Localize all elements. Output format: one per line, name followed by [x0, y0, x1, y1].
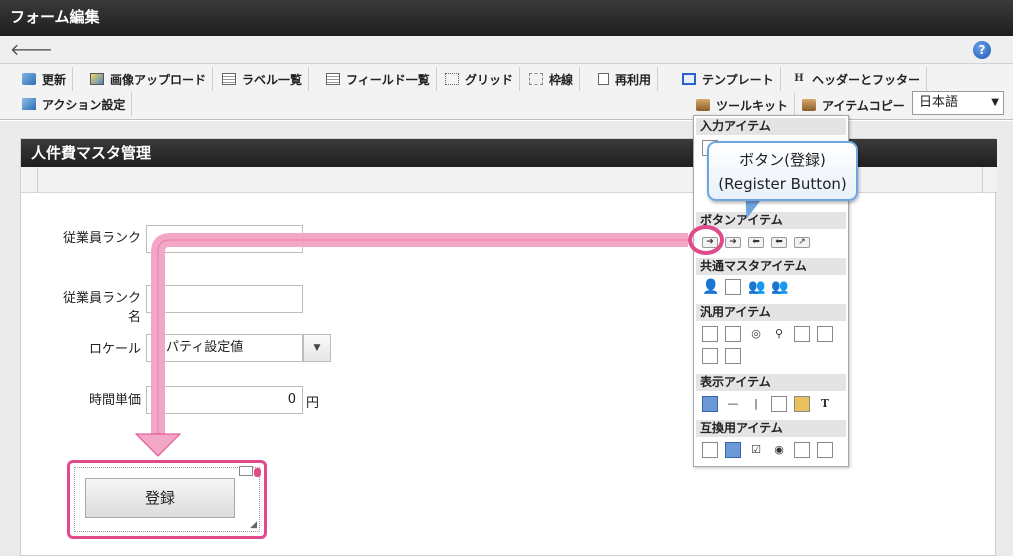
role-item-icon[interactable]: 👥	[748, 279, 765, 295]
file-download-item-icon[interactable]	[817, 326, 833, 342]
table-item-icon[interactable]	[725, 442, 741, 458]
horizontal-line-item-icon[interactable]: —	[725, 396, 741, 412]
label-item-icon[interactable]	[702, 396, 718, 412]
vertical-line-item-icon[interactable]: |	[748, 396, 764, 412]
search-item-icon[interactable]: ⚲	[771, 326, 787, 342]
register-button[interactable]: 登録	[85, 478, 235, 518]
list-item-icon[interactable]	[817, 442, 833, 458]
highlight-circle	[688, 225, 724, 255]
back-button-item-icon[interactable]: ⬅	[748, 237, 764, 248]
file-upload-item-icon[interactable]	[794, 326, 810, 342]
search-field-item-icon[interactable]	[702, 442, 718, 458]
palette-section-button: ボタンアイテム	[696, 212, 846, 229]
delete-marker-icon[interactable]	[254, 468, 261, 477]
text-item-icon[interactable]: T	[817, 396, 833, 412]
image-item-icon[interactable]	[725, 348, 741, 364]
palette-section-general: 汎用アイテム	[696, 304, 846, 321]
next-button-item-icon[interactable]: ➜	[725, 237, 741, 248]
organization-item-icon[interactable]	[725, 279, 741, 295]
callout-subtitle: (Register Button)	[718, 175, 847, 193]
attachment-item-icon[interactable]	[702, 348, 718, 364]
picture-item-icon[interactable]	[794, 396, 810, 412]
register-button-container: 登録 ◢	[67, 460, 267, 539]
palette-section-display: 表示アイテム	[696, 374, 846, 391]
user-item-icon[interactable]: 👤	[702, 279, 719, 295]
register-button-item[interactable]: 登録 ◢	[74, 466, 261, 532]
register-button-callout: ボタン(登録) (Register Button)	[707, 141, 858, 201]
document-item-icon[interactable]	[725, 326, 741, 342]
return-button-item-icon[interactable]: ⬅	[771, 237, 787, 248]
radio-item-icon[interactable]: ◉	[771, 442, 787, 458]
palette-section-input: 入力アイテム	[696, 118, 846, 135]
resize-grip-icon[interactable]: ◢	[250, 520, 257, 530]
callout-title: ボタン(登録)	[739, 151, 826, 169]
camera-item-icon[interactable]: ◎	[748, 326, 764, 342]
item-settings-icon[interactable]	[239, 466, 253, 476]
checkbox-item-icon[interactable]: ☑	[748, 442, 764, 458]
palette-section-common-master: 共通マスタアイテム	[696, 258, 846, 275]
post-item-icon[interactable]: 👥	[771, 279, 788, 295]
hidden-field-item-icon[interactable]	[702, 326, 718, 342]
action-button-item-icon[interactable]: ↗	[794, 237, 810, 248]
select-item-icon[interactable]	[794, 442, 810, 458]
palette-section-compat: 互換用アイテム	[696, 420, 846, 437]
box-item-icon[interactable]	[771, 396, 787, 412]
